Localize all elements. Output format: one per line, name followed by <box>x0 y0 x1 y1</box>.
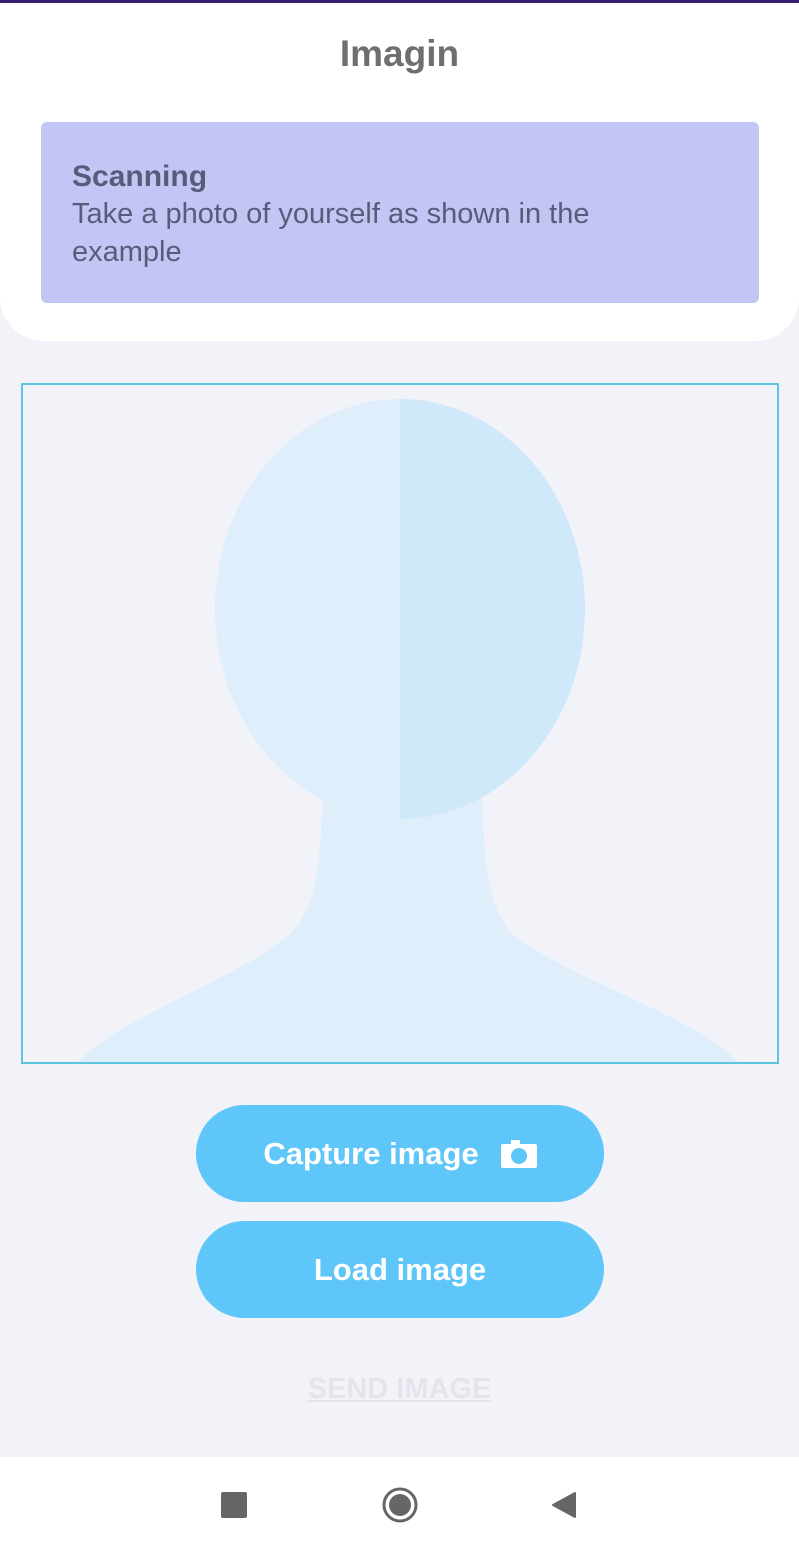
camera-icon <box>500 1139 537 1168</box>
info-title: Scanning <box>72 160 208 193</box>
info-banner: Scanning Take a photo of yourself as sho… <box>41 122 759 303</box>
load-image-label: Load image <box>313 1251 487 1287</box>
circle-icon <box>382 1487 418 1523</box>
app-title: Imagin <box>339 33 460 74</box>
silhouette-body <box>78 790 738 1062</box>
recents-button[interactable] <box>214 1485 254 1525</box>
capture-image-label: Capture image <box>263 1135 479 1171</box>
person-silhouette-placeholder <box>78 399 738 1062</box>
header-card: Imagin Scanning Take a photo of yourself… <box>0 3 799 341</box>
image-preview-frame <box>21 383 779 1064</box>
system-navigation-bar <box>0 1457 799 1552</box>
load-image-button[interactable]: Load image <box>196 1221 604 1318</box>
triangle-back-icon <box>552 1492 576 1518</box>
silhouette-head-highlight <box>400 399 585 819</box>
send-image-button[interactable]: SEND IMAGE <box>0 1372 799 1406</box>
info-text: Take a photo of yourself as shown in the… <box>72 198 590 268</box>
square-icon <box>221 1492 247 1518</box>
back-button[interactable] <box>544 1485 584 1525</box>
home-button[interactable] <box>380 1485 420 1525</box>
capture-image-button[interactable]: Capture image <box>196 1105 604 1202</box>
